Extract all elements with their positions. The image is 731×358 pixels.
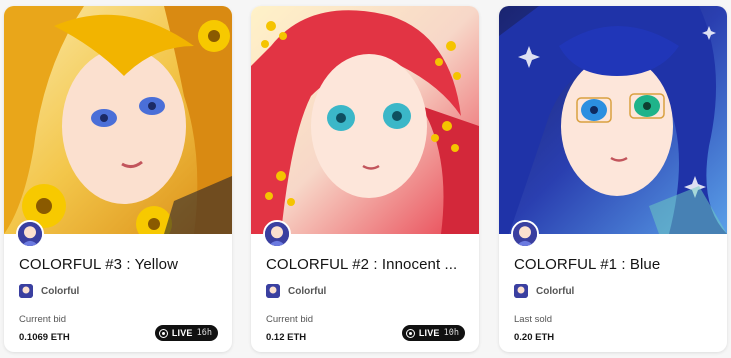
price-label: Current bid xyxy=(19,314,66,325)
nft-title[interactable]: COLORFUL #1 : Blue xyxy=(514,256,714,273)
nft-card[interactable]: COLORFUL #1 : Blue Colorful Last sold 0.… xyxy=(499,6,727,352)
live-indicator-icon xyxy=(158,328,168,338)
creator-name[interactable]: Colorful xyxy=(288,286,326,297)
creator-row[interactable]: Colorful xyxy=(266,283,326,299)
creator-name[interactable]: Colorful xyxy=(41,286,79,297)
nft-title[interactable]: COLORFUL #2 : Innocent ... xyxy=(266,256,466,273)
nft-artwork-image[interactable] xyxy=(4,6,232,234)
nft-artwork-image[interactable] xyxy=(499,6,727,234)
creator-avatar[interactable] xyxy=(511,220,539,248)
price-value: 0.12 ETH xyxy=(266,332,307,343)
creator-avatar[interactable] xyxy=(16,220,44,248)
artwork-blue-illustration xyxy=(499,6,727,234)
live-label: LIVE xyxy=(418,328,440,338)
creator-small-avatar xyxy=(514,284,528,298)
price-value: 0.20 ETH xyxy=(514,332,555,343)
creator-name[interactable]: Colorful xyxy=(536,286,574,297)
nft-card[interactable]: COLORFUL #3 : Yellow Colorful Current bi… xyxy=(4,6,232,352)
live-label: LIVE xyxy=(171,328,193,338)
live-auction-badge: LIVE 10h xyxy=(401,325,465,341)
creator-small-avatar xyxy=(19,284,33,298)
price-label: Last sold xyxy=(514,314,553,325)
creator-row[interactable]: Colorful xyxy=(19,283,79,299)
artwork-yellow-illustration xyxy=(4,6,232,234)
nft-title[interactable]: COLORFUL #3 : Yellow xyxy=(19,256,219,273)
live-auction-badge: LIVE 16h xyxy=(154,325,218,341)
price-label: Current bid xyxy=(266,314,313,325)
artwork-red-illustration xyxy=(251,6,479,234)
creator-avatar[interactable] xyxy=(263,220,291,248)
time-remaining: 16h xyxy=(196,328,212,338)
live-indicator-icon xyxy=(405,328,415,338)
creator-small-avatar xyxy=(266,284,280,298)
creator-row[interactable]: Colorful xyxy=(514,283,574,299)
nft-card[interactable]: COLORFUL #2 : Innocent ... Colorful Curr… xyxy=(251,6,479,352)
price-value: 0.1069 ETH xyxy=(19,332,70,343)
time-remaining: 10h xyxy=(443,328,459,338)
nft-artwork-image[interactable] xyxy=(251,6,479,234)
